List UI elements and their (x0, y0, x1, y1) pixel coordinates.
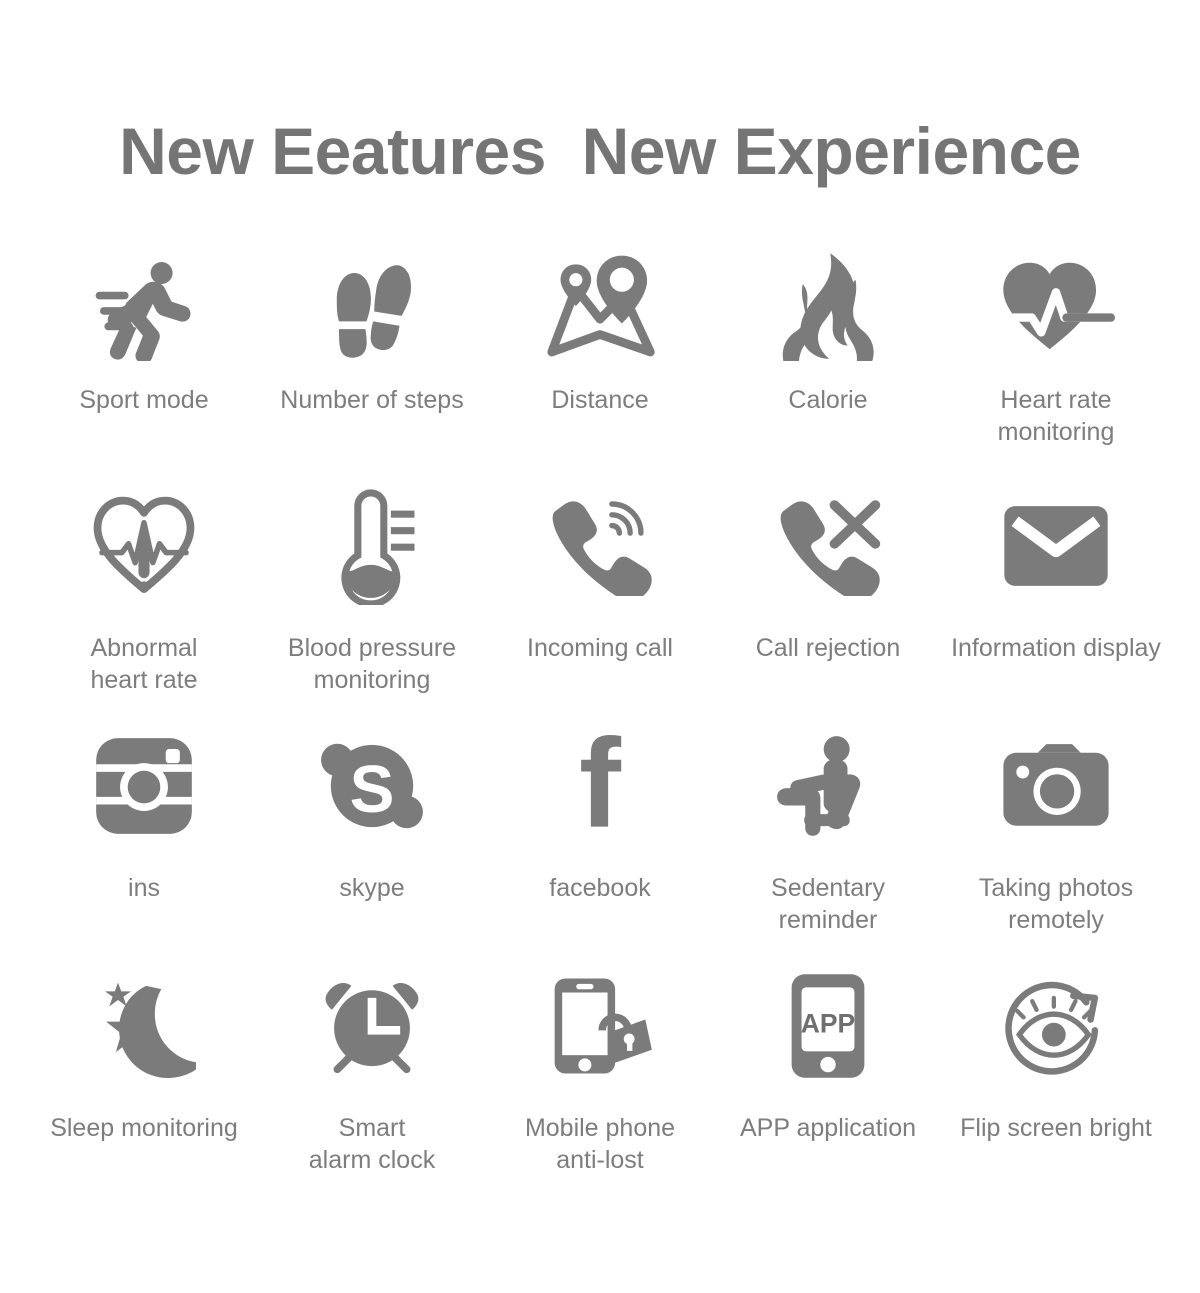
feature-label: Sport mode (79, 386, 209, 414)
skype-icon: S (307, 726, 437, 846)
feature-label: Taking photos remotely (978, 874, 1134, 934)
camera-icon (991, 726, 1121, 846)
feature-label: facebook (549, 874, 651, 902)
running-man-icon (79, 246, 209, 366)
phone-app-icon: APP (763, 966, 893, 1086)
feature-item-calorie[interactable]: Calorie (714, 246, 942, 486)
feature-item-facebook[interactable]: f facebook (486, 726, 714, 966)
phone-reject-icon (763, 486, 893, 606)
feature-item-flip-screen-bright[interactable]: Flip screen bright (942, 966, 1170, 1206)
eye-rotate-icon (991, 966, 1121, 1086)
feature-label: ins (128, 874, 160, 902)
feature-item-call-rejection[interactable]: Call rejection (714, 486, 942, 726)
feature-label: Call rejection (755, 634, 901, 662)
feature-label: Sleep monitoring (50, 1114, 238, 1142)
feature-label: Distance (551, 386, 649, 414)
feature-item-app-application[interactable]: APP APP application (714, 966, 942, 1206)
feature-item-information-display[interactable]: Information display (942, 486, 1170, 726)
moon-stars-icon (79, 966, 209, 1086)
feature-item-incoming-call[interactable]: Incoming call (486, 486, 714, 726)
phone-lock-icon (535, 966, 665, 1086)
svg-text:f: f (579, 732, 622, 840)
map-location-pins-icon (535, 246, 665, 366)
feature-label: APP application (739, 1114, 917, 1142)
feature-item-blood-pressure-monitoring[interactable]: Blood pressure monitoring (258, 486, 486, 726)
feature-item-heart-rate-monitoring[interactable]: Heart rate monitoring (942, 246, 1170, 486)
footprints-icon (307, 246, 437, 366)
heart-pulse-filled-icon (991, 246, 1121, 366)
feature-label: skype (339, 874, 405, 902)
phone-ringing-icon (535, 486, 665, 606)
svg-text:APP: APP (801, 1009, 855, 1039)
thermometer-icon (307, 486, 437, 606)
feature-label: Number of steps (280, 386, 464, 414)
sitting-person-icon (763, 726, 893, 846)
feature-item-distance[interactable]: Distance (486, 246, 714, 486)
feature-item-number-of-steps[interactable]: Number of steps (258, 246, 486, 486)
feature-item-mobile-phone-anti-lost[interactable]: Mobile phone anti-lost (486, 966, 714, 1206)
feature-label: Incoming call (527, 634, 673, 662)
feature-label: Abnormal heart rate (90, 634, 198, 694)
feature-item-smart-alarm-clock[interactable]: Smart alarm clock (258, 966, 486, 1206)
feature-grid: Sport mode Number of steps Distance Calo… (30, 184, 1170, 1206)
feature-label: Flip screen bright (960, 1114, 1152, 1142)
envelope-icon (991, 486, 1121, 606)
feature-item-skype[interactable]: S skype (258, 726, 486, 966)
feature-item-sport-mode[interactable]: Sport mode (30, 246, 258, 486)
feature-label: Mobile phone anti-lost (524, 1114, 676, 1174)
feature-overview-page: New Eeatures New Experience Sport mode N… (0, 0, 1200, 1293)
feature-label: Heart rate monitoring (997, 386, 1115, 446)
feature-label: Blood pressure monitoring (287, 634, 457, 694)
feature-label: Calorie (788, 386, 868, 414)
feature-item-taking-photos-remotely[interactable]: Taking photos remotely (942, 726, 1170, 966)
flame-icon (763, 246, 893, 366)
heart-pulse-alert-icon (79, 486, 209, 606)
feature-label: Smart alarm clock (308, 1114, 436, 1174)
feature-item-ins[interactable]: ins (30, 726, 258, 966)
instagram-icon (79, 726, 209, 846)
svg-text:S: S (350, 752, 395, 827)
facebook-icon: f (535, 726, 665, 846)
alarm-clock-icon (307, 966, 437, 1086)
feature-item-sleep-monitoring[interactable]: Sleep monitoring (30, 966, 258, 1206)
feature-item-abnormal-heart-rate[interactable]: Abnormal heart rate (30, 486, 258, 726)
page-title: New Eeatures New Experience (119, 114, 1081, 188)
feature-label: Information display (951, 634, 1161, 662)
feature-label: Sedentary reminder (771, 874, 885, 934)
feature-item-sedentary-reminder[interactable]: Sedentary reminder (714, 726, 942, 966)
